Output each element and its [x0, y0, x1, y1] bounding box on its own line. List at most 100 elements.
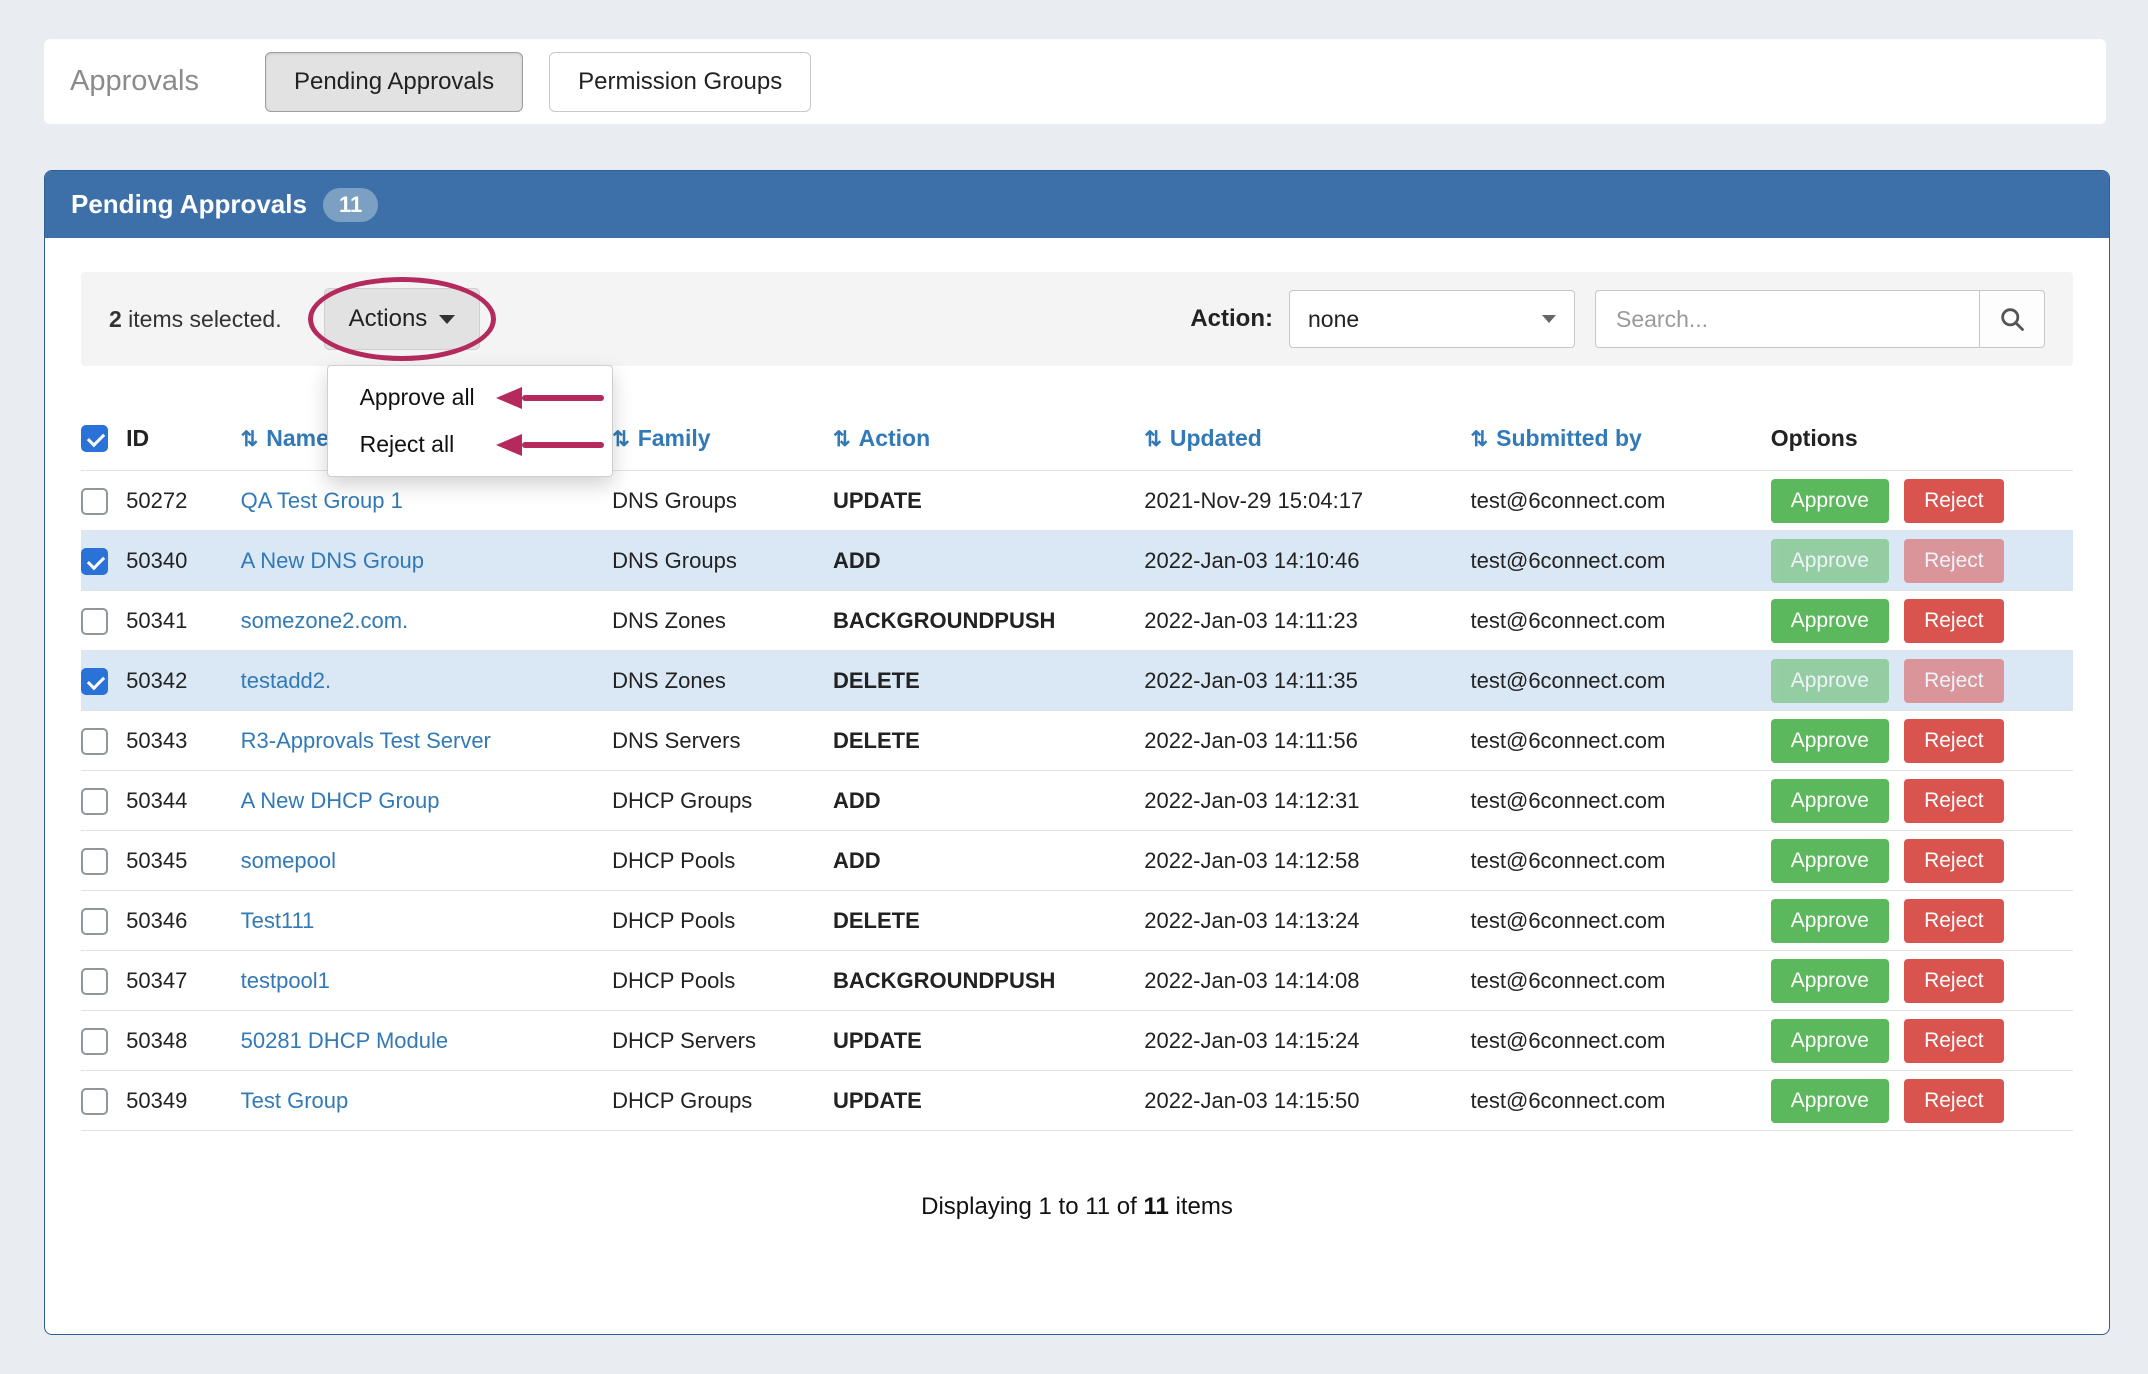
row-checkbox[interactable]	[81, 967, 108, 995]
search-input[interactable]	[1595, 290, 1979, 348]
approve-button[interactable]: Approve	[1770, 538, 1889, 583]
row-updated: 2022-Jan-03 14:13:24	[1144, 890, 1471, 951]
row-submitted-by: test@6connect.com	[1470, 530, 1771, 591]
row-id: 50272	[126, 470, 241, 531]
pending-approvals-table: ID ⇅ Name ⇅ Family ⇅ Action ⇅ Updated ⇅ Submi…	[81, 410, 2073, 1132]
reject-button[interactable]: Reject	[1904, 898, 2004, 943]
row-family: DHCP Groups	[612, 1070, 833, 1132]
row-name-link[interactable]: somepool	[241, 848, 336, 873]
search-button[interactable]	[1979, 290, 2045, 348]
row-family: DHCP Pools	[612, 890, 833, 951]
row-name-link[interactable]: testpool1	[241, 968, 330, 993]
row-checkbox[interactable]	[81, 1087, 108, 1115]
table-footer: Displaying 1 to 11 of 11 items	[81, 1193, 2073, 1221]
magnifier-icon	[2001, 308, 2024, 331]
reject-button[interactable]: Reject	[1904, 1078, 2004, 1123]
row-updated: 2022-Jan-03 14:11:23	[1144, 590, 1471, 651]
row-name-link[interactable]: 50281 DHCP Module	[241, 1028, 449, 1053]
reject-button[interactable]: Reject	[1904, 838, 2004, 883]
menu-item-reject-all[interactable]: Reject all	[328, 421, 612, 468]
row-family: DHCP Groups	[612, 770, 833, 831]
row-action: DELETE	[832, 890, 1145, 951]
row-family: DHCP Pools	[612, 830, 833, 891]
row-submitted-by: test@6connect.com	[1470, 950, 1771, 1011]
reject-button[interactable]: Reject	[1904, 1018, 2004, 1063]
row-name-link[interactable]: testadd2.	[241, 668, 332, 693]
row-checkbox[interactable]	[81, 547, 108, 575]
row-id: 50340	[126, 530, 241, 591]
approve-button[interactable]: Approve	[1770, 598, 1889, 643]
row-action: DELETE	[832, 650, 1145, 711]
row-name-link[interactable]: Test Group	[241, 1088, 349, 1113]
row-name-link[interactable]: somezone2.com.	[241, 608, 409, 633]
row-checkbox[interactable]	[81, 847, 108, 875]
row-checkbox[interactable]	[81, 607, 108, 635]
reject-button[interactable]: Reject	[1904, 478, 2004, 523]
row-options: Approve Reject	[1770, 1070, 2073, 1132]
row-checkbox[interactable]	[81, 667, 108, 695]
row-name-link[interactable]: R3-Approvals Test Server	[241, 728, 491, 753]
sort-icon: ⇅	[240, 427, 259, 451]
row-action: UPDATE	[832, 1070, 1145, 1132]
row-action: ADD	[832, 530, 1145, 591]
actions-button-label: Actions	[348, 305, 428, 332]
column-header-family[interactable]: ⇅ Family	[612, 410, 833, 471]
row-options: Approve Reject	[1770, 1010, 2073, 1071]
column-header-id[interactable]: ID	[126, 410, 240, 471]
row-updated: 2022-Jan-03 14:11:56	[1144, 710, 1471, 771]
row-id: 50346	[126, 890, 241, 951]
column-header-action[interactable]: ⇅ Action	[833, 410, 1144, 471]
reject-button[interactable]: Reject	[1904, 538, 2004, 583]
row-name-link[interactable]: QA Test Group 1	[241, 488, 403, 513]
reject-button[interactable]: Reject	[1904, 958, 2004, 1003]
row-action: UPDATE	[832, 1010, 1145, 1071]
annotation-arrow-reject-all	[495, 433, 604, 456]
row-family: DNS Groups	[612, 470, 833, 531]
row-name-link[interactable]: A New DHCP Group	[241, 788, 440, 813]
row-options: Approve Reject	[1770, 530, 2073, 591]
row-name-link[interactable]: A New DNS Group	[241, 548, 424, 573]
sort-icon: ⇅	[832, 427, 851, 451]
approve-button[interactable]: Approve	[1770, 478, 1889, 523]
approve-button[interactable]: Approve	[1770, 898, 1889, 943]
panel-header: Pending Approvals 11	[45, 171, 2109, 238]
tab-pending-approvals[interactable]: Pending Approvals	[264, 51, 524, 112]
row-name-link[interactable]: Test111	[241, 908, 315, 933]
menu-item-approve-all[interactable]: Approve all	[328, 374, 612, 421]
select-all-checkbox[interactable]	[81, 425, 108, 453]
approve-button[interactable]: Approve	[1770, 778, 1889, 823]
row-checkbox[interactable]	[81, 487, 108, 515]
row-checkbox[interactable]	[81, 727, 108, 755]
row-updated: 2022-Jan-03 14:12:31	[1144, 770, 1471, 831]
action-select[interactable]: none	[1289, 290, 1575, 348]
approve-button[interactable]: Approve	[1770, 958, 1889, 1003]
row-checkbox[interactable]	[81, 907, 108, 935]
row-checkbox[interactable]	[81, 787, 108, 815]
reject-button[interactable]: Reject	[1904, 718, 2004, 763]
table-row: 50341 somezone2.com. DNS Zones BACKGROUN…	[81, 590, 2073, 651]
row-family: DNS Servers	[612, 710, 833, 771]
approve-button[interactable]: Approve	[1770, 718, 1889, 763]
column-header-options: Options	[1770, 424, 1858, 451]
row-action: BACKGROUNDPUSH	[832, 950, 1145, 1011]
approve-button[interactable]: Approve	[1770, 838, 1889, 883]
column-header-submitted-by[interactable]: ⇅ Submitted by	[1471, 410, 1771, 471]
row-checkbox[interactable]	[81, 1027, 108, 1055]
row-options: Approve Reject	[1770, 830, 2073, 891]
actions-button[interactable]: Actions	[323, 288, 481, 350]
reject-button[interactable]: Reject	[1904, 658, 2004, 703]
approve-button[interactable]: Approve	[1770, 658, 1889, 703]
action-label: Action:	[1190, 305, 1273, 332]
select-caret-icon	[1542, 315, 1556, 323]
approve-button[interactable]: Approve	[1770, 1018, 1889, 1063]
column-header-updated[interactable]: ⇅ Updated	[1144, 410, 1470, 471]
tab-permission-groups[interactable]: Permission Groups	[549, 51, 812, 112]
table-row: 50340 A New DNS Group DNS Groups ADD 202…	[81, 530, 2073, 591]
row-options: Approve Reject	[1770, 650, 2073, 711]
count-badge: 11	[322, 187, 379, 222]
approve-button[interactable]: Approve	[1770, 1078, 1889, 1123]
sort-icon: ⇅	[1144, 427, 1162, 451]
panel-body: 2 items selected. Actions Approve all Re…	[45, 238, 2109, 1311]
reject-button[interactable]: Reject	[1904, 778, 2004, 823]
reject-button[interactable]: Reject	[1904, 598, 2004, 643]
